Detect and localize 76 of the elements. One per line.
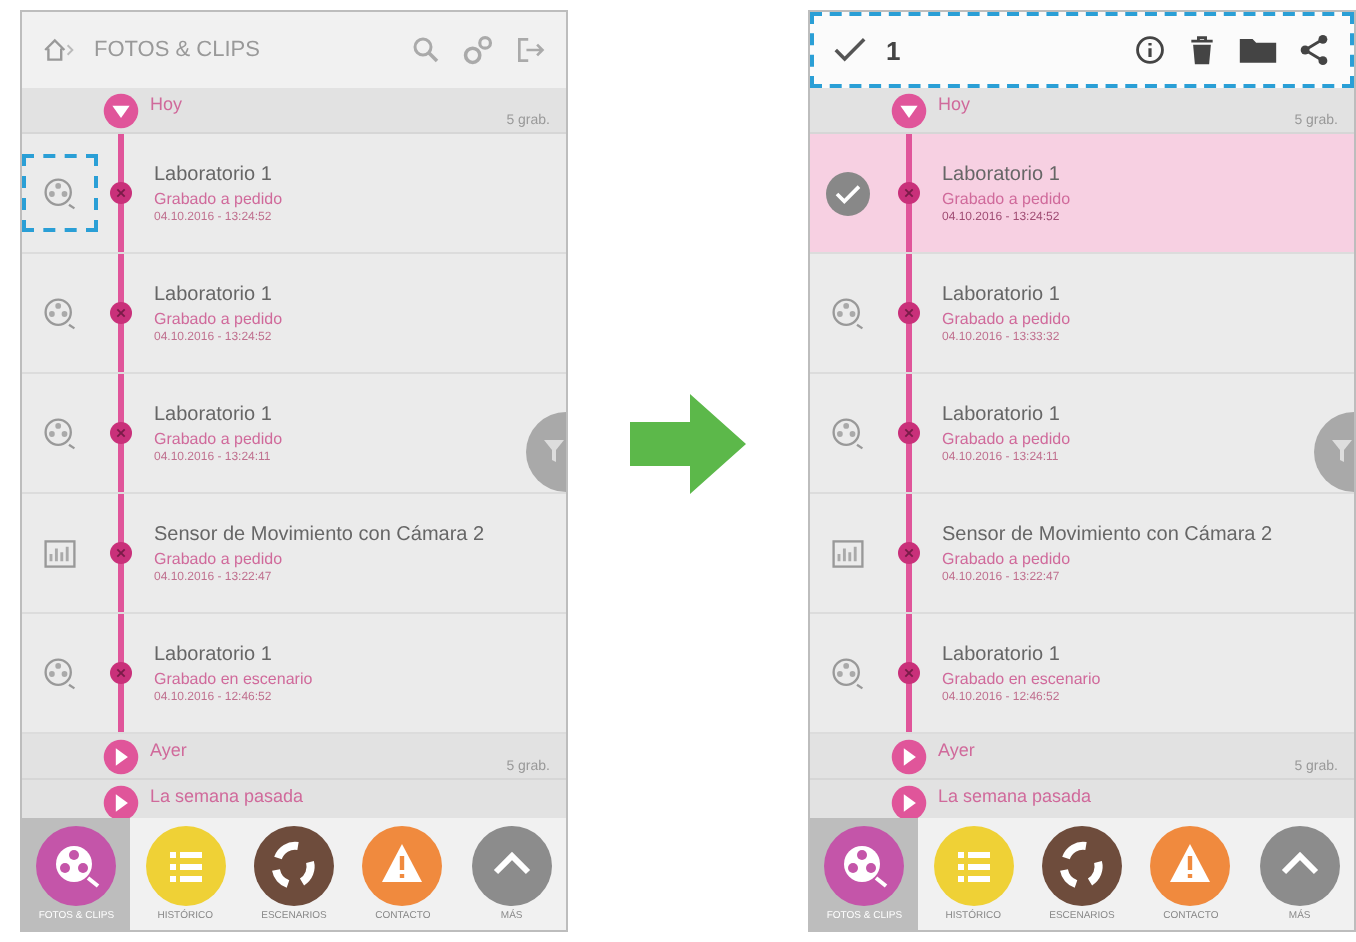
settings-icon[interactable] xyxy=(462,34,494,66)
right-arrow-icon xyxy=(630,394,746,494)
checked-circle-icon[interactable] xyxy=(826,171,870,215)
recording-title: Laboratorio 1 xyxy=(942,163,1062,185)
list-icon[interactable] xyxy=(145,826,226,906)
screen-title: FOTOS & CLIPS xyxy=(94,38,260,62)
warning-icon[interactable] xyxy=(362,826,443,906)
recording-title: Laboratorio 1 xyxy=(154,403,274,425)
recording-type: Grabado a pedido xyxy=(942,549,1073,567)
check-icon[interactable] xyxy=(834,34,866,66)
group-label: Ayer xyxy=(938,740,975,760)
recording-title: Sensor de Movimiento con Cámara 2 xyxy=(942,523,1273,545)
recording-title: Laboratorio 1 xyxy=(942,643,1062,665)
recording-title: Laboratorio 1 xyxy=(154,163,274,185)
recording-type: Grabado a pedido xyxy=(154,309,283,327)
group-label: Hoy xyxy=(150,94,183,114)
recording-type: Grabado a pedido xyxy=(942,429,1071,447)
group-label: La semana pasada xyxy=(938,786,1092,806)
timeline-dot-icon xyxy=(109,662,131,684)
film-reel-icon[interactable] xyxy=(824,826,905,906)
timeline-dot-icon xyxy=(109,542,131,564)
date-group-header[interactable]: La semana pasada xyxy=(810,780,1354,818)
recording-type: Grabado en escenario xyxy=(942,669,1101,687)
recording-type: Grabado en escenario xyxy=(154,669,313,687)
home-icon[interactable] xyxy=(42,34,74,66)
recording-title: Laboratorio 1 xyxy=(942,283,1062,305)
timeline-dot-icon xyxy=(109,302,131,324)
film-reel-icon[interactable] xyxy=(42,175,78,211)
recording-type: Grabado a pedido xyxy=(942,309,1071,327)
timeline-dot-icon xyxy=(897,182,919,204)
recording-title: Sensor de Movimiento con Cámara 2 xyxy=(154,523,485,545)
timeline-dot-icon xyxy=(897,302,919,324)
film-reel-icon[interactable] xyxy=(42,295,78,331)
expand-icon[interactable] xyxy=(101,738,139,776)
selected-count: 1 xyxy=(886,35,901,65)
recording-title: Laboratorio 1 xyxy=(942,403,1062,425)
recording-type: Grabado a pedido xyxy=(942,189,1071,207)
film-reel-icon[interactable] xyxy=(830,655,866,691)
timeline-dot-icon xyxy=(897,662,919,684)
date-group-header[interactable]: La semana pasada xyxy=(22,780,566,818)
collapse-icon[interactable] xyxy=(889,92,927,130)
chevron-up-icon[interactable] xyxy=(1259,826,1340,906)
chart-image-icon[interactable] xyxy=(830,535,866,571)
folder-icon[interactable] xyxy=(1238,34,1278,66)
timeline-dot-icon xyxy=(897,422,919,444)
search-icon[interactable] xyxy=(410,34,442,66)
cycle-icon[interactable] xyxy=(254,826,335,906)
list-icon[interactable] xyxy=(933,826,1014,906)
recording-type: Grabado a pedido xyxy=(154,429,283,447)
film-reel-icon[interactable] xyxy=(42,415,78,451)
share-icon[interactable] xyxy=(1298,34,1330,66)
trash-icon[interactable] xyxy=(1186,34,1218,66)
cycle-icon[interactable] xyxy=(1042,826,1123,906)
recording-title: Laboratorio 1 xyxy=(154,283,274,305)
recording-type: Grabado a pedido xyxy=(154,189,283,207)
film-reel-icon[interactable] xyxy=(830,415,866,451)
recording-title: Laboratorio 1 xyxy=(154,643,274,665)
logout-icon[interactable] xyxy=(514,34,546,66)
group-label: Ayer xyxy=(150,740,187,760)
timeline-dot-icon xyxy=(109,422,131,444)
recording-type: Grabado a pedido xyxy=(154,549,285,567)
info-icon[interactable] xyxy=(1134,34,1166,66)
timeline-dot-icon xyxy=(109,182,131,204)
film-reel-icon[interactable] xyxy=(42,655,78,691)
expand-icon[interactable] xyxy=(889,738,927,776)
film-reel-icon[interactable] xyxy=(830,295,866,331)
chevron-up-icon[interactable] xyxy=(471,826,552,906)
group-label: La semana pasada xyxy=(150,786,304,806)
timeline-dot-icon xyxy=(897,542,919,564)
group-label: Hoy xyxy=(938,94,971,114)
expand-icon[interactable] xyxy=(101,784,139,818)
chart-image-icon[interactable] xyxy=(42,535,78,571)
expand-icon[interactable] xyxy=(889,784,927,818)
collapse-icon[interactable] xyxy=(101,92,139,130)
warning-icon[interactable] xyxy=(1150,826,1231,906)
film-reel-icon[interactable] xyxy=(36,826,117,906)
